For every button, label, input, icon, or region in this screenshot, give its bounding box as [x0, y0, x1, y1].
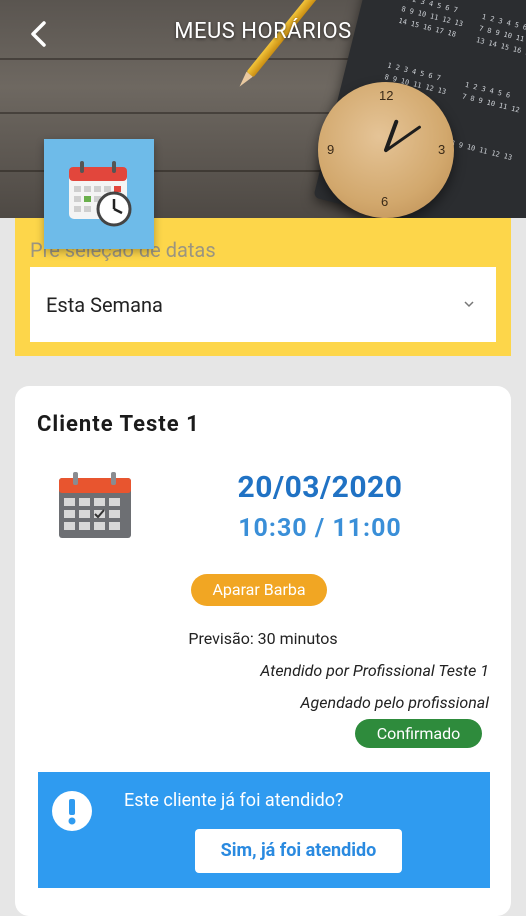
scheduled-by-text: Agendado pelo profissional	[300, 693, 489, 712]
confirm-attended-button[interactable]: Sim, já foi atendido	[195, 829, 402, 873]
duration-forecast: Previsão: 30 minutos	[188, 629, 338, 648]
clock-image: 12 3 6 9	[318, 82, 454, 218]
calendar-clock-icon	[69, 161, 132, 227]
date-range-select[interactable]: Esta Semana	[30, 267, 496, 342]
clock-number: 3	[438, 142, 446, 157]
attendance-question: Este cliente já foi atendido?	[124, 790, 344, 811]
appointment-time: 10:30 / 11:00	[238, 514, 402, 543]
client-name: Cliente Teste 1	[37, 412, 200, 437]
page-title: MEUS HORÁRIOS	[174, 19, 352, 44]
appointment-date: 20/03/2020	[237, 470, 403, 505]
appointment-card: Cliente Teste 1 20/03/2020 10:30 / 11:00…	[15, 386, 511, 916]
service-badge: Aparar Barba	[191, 574, 327, 606]
attendance-alert: Este cliente já foi atendido? Sim, já fo…	[38, 772, 490, 888]
exclamation-icon	[52, 791, 92, 831]
calendar-icon	[59, 472, 131, 538]
date-range-selected-value: Esta Semana	[46, 293, 163, 317]
chevron-down-icon	[464, 301, 474, 308]
schedule-app-icon	[44, 139, 154, 249]
clock-number: 12	[379, 88, 394, 103]
clock-number: 6	[381, 194, 389, 209]
status-badge: Confirmado	[355, 719, 482, 748]
served-by-text: Atendido por Profissional Teste 1	[260, 661, 489, 680]
clock-number: 9	[327, 142, 335, 157]
